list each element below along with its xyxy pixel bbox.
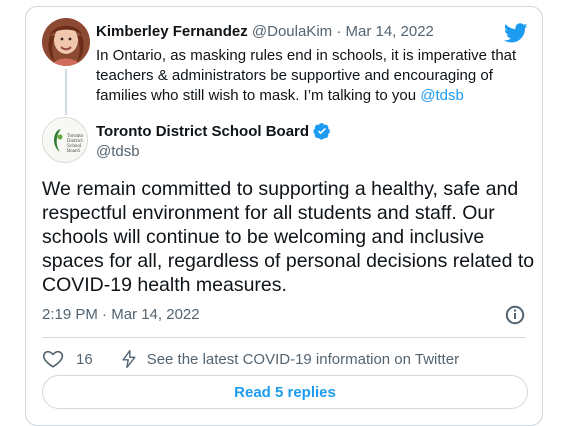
thread-connector bbox=[65, 69, 67, 115]
reply-author-name[interactable]: Toronto District School Board bbox=[96, 123, 309, 140]
avatar-portrait bbox=[42, 18, 90, 66]
reply-time[interactable]: 2:19 PM bbox=[42, 306, 98, 323]
parent-author-handle[interactable]: @DoulaKim bbox=[252, 23, 332, 40]
svg-text:Board: Board bbox=[67, 148, 80, 153]
parent-tweet-text: In Ontario, as masking rules end in scho… bbox=[96, 46, 536, 106]
header-separator: · bbox=[336, 23, 342, 40]
covid-info-link[interactable]: See the latest COVID-19 information on T… bbox=[147, 351, 459, 368]
bolt-icon[interactable] bbox=[119, 349, 139, 369]
info-icon[interactable] bbox=[504, 304, 526, 326]
heart-icon[interactable] bbox=[42, 348, 64, 370]
like-count[interactable]: 16 bbox=[76, 351, 93, 368]
tdsb-mention-link[interactable]: @tdsb bbox=[420, 87, 464, 104]
tweet-actions: 16 See the latest COVID-19 information o… bbox=[42, 345, 459, 373]
twitter-bird-icon[interactable] bbox=[503, 21, 528, 45]
reply-tweet-text: We remain committed to supporting a heal… bbox=[42, 178, 535, 296]
verified-badge-icon bbox=[313, 123, 330, 140]
parent-author-avatar[interactable] bbox=[42, 18, 90, 66]
reply-date[interactable]: Mar 14, 2022 bbox=[111, 306, 199, 323]
read-replies-button[interactable]: Read 5 replies bbox=[42, 375, 528, 409]
parent-tweet-date[interactable]: Mar 14, 2022 bbox=[346, 23, 434, 40]
reply-author-name-row: Toronto District School Board bbox=[96, 122, 331, 140]
timestamp-separator: · bbox=[102, 306, 108, 323]
tdsb-logo: Toronto District School Board bbox=[44, 119, 87, 162]
reply-author-avatar[interactable]: Toronto District School Board bbox=[42, 117, 88, 163]
reply-author-handle[interactable]: @tdsb bbox=[96, 143, 140, 160]
parent-tweet-header: Kimberley Fernandez @DoulaKim · Mar 14, … bbox=[96, 23, 434, 40]
content-divider bbox=[42, 337, 526, 338]
parent-author-name[interactable]: Kimberley Fernandez bbox=[96, 23, 248, 40]
reply-timestamp-row[interactable]: 2:19 PM · Mar 14, 2022 bbox=[42, 306, 200, 323]
tweet-embed-card: Kimberley Fernandez @DoulaKim · Mar 14, … bbox=[25, 6, 543, 426]
